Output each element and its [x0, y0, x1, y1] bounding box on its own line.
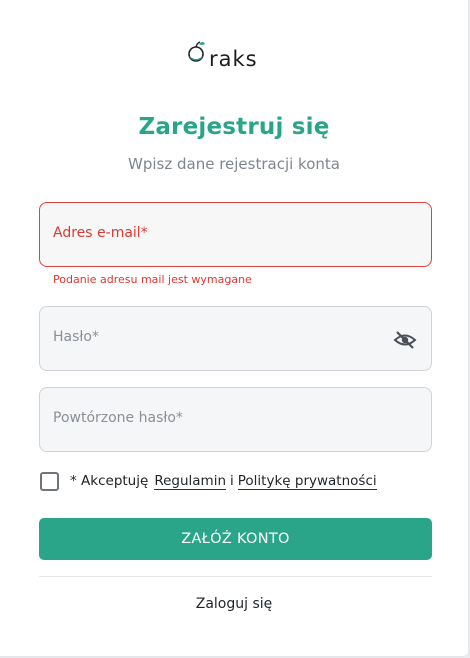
- terms-prefix: * Akceptuję: [70, 473, 149, 489]
- password-repeat-placeholder: Powtórzone hasło*: [53, 410, 183, 426]
- page-subtitle: Wpisz dane rejestracji konta: [128, 155, 340, 173]
- logo-fruit-icon: [188, 41, 205, 62]
- privacy-policy-link[interactable]: Politykę prywatności: [237, 473, 377, 490]
- password-placeholder: Hasło*: [53, 329, 99, 345]
- email-error-message: Podanie adresu mail jest wymagane: [53, 273, 252, 286]
- divider: [39, 576, 432, 577]
- eye-off-icon[interactable]: [393, 328, 417, 352]
- raks-logo: raks: [186, 38, 286, 72]
- email-field[interactable]: Adres e-mail*: [39, 202, 432, 267]
- terms-row: * Akceptuję Regulamin i Politykę prywatn…: [40, 470, 377, 492]
- email-placeholder: Adres e-mail*: [53, 225, 148, 241]
- regulations-link[interactable]: Regulamin: [154, 473, 226, 490]
- terms-separator: i: [230, 473, 234, 489]
- password-field[interactable]: Hasło*: [39, 306, 432, 371]
- logo-wordmark: raks: [209, 47, 258, 71]
- password-repeat-field[interactable]: Powtórzone hasło*: [39, 387, 432, 452]
- login-link[interactable]: Zaloguj się: [0, 596, 468, 612]
- create-account-button[interactable]: ZAŁÓŻ KONTO: [39, 518, 432, 560]
- register-card: raks Zarejestruj się Wpisz dane rejestra…: [0, 0, 469, 657]
- terms-checkbox[interactable]: [40, 471, 59, 491]
- page-title: Zarejestruj się: [138, 114, 330, 140]
